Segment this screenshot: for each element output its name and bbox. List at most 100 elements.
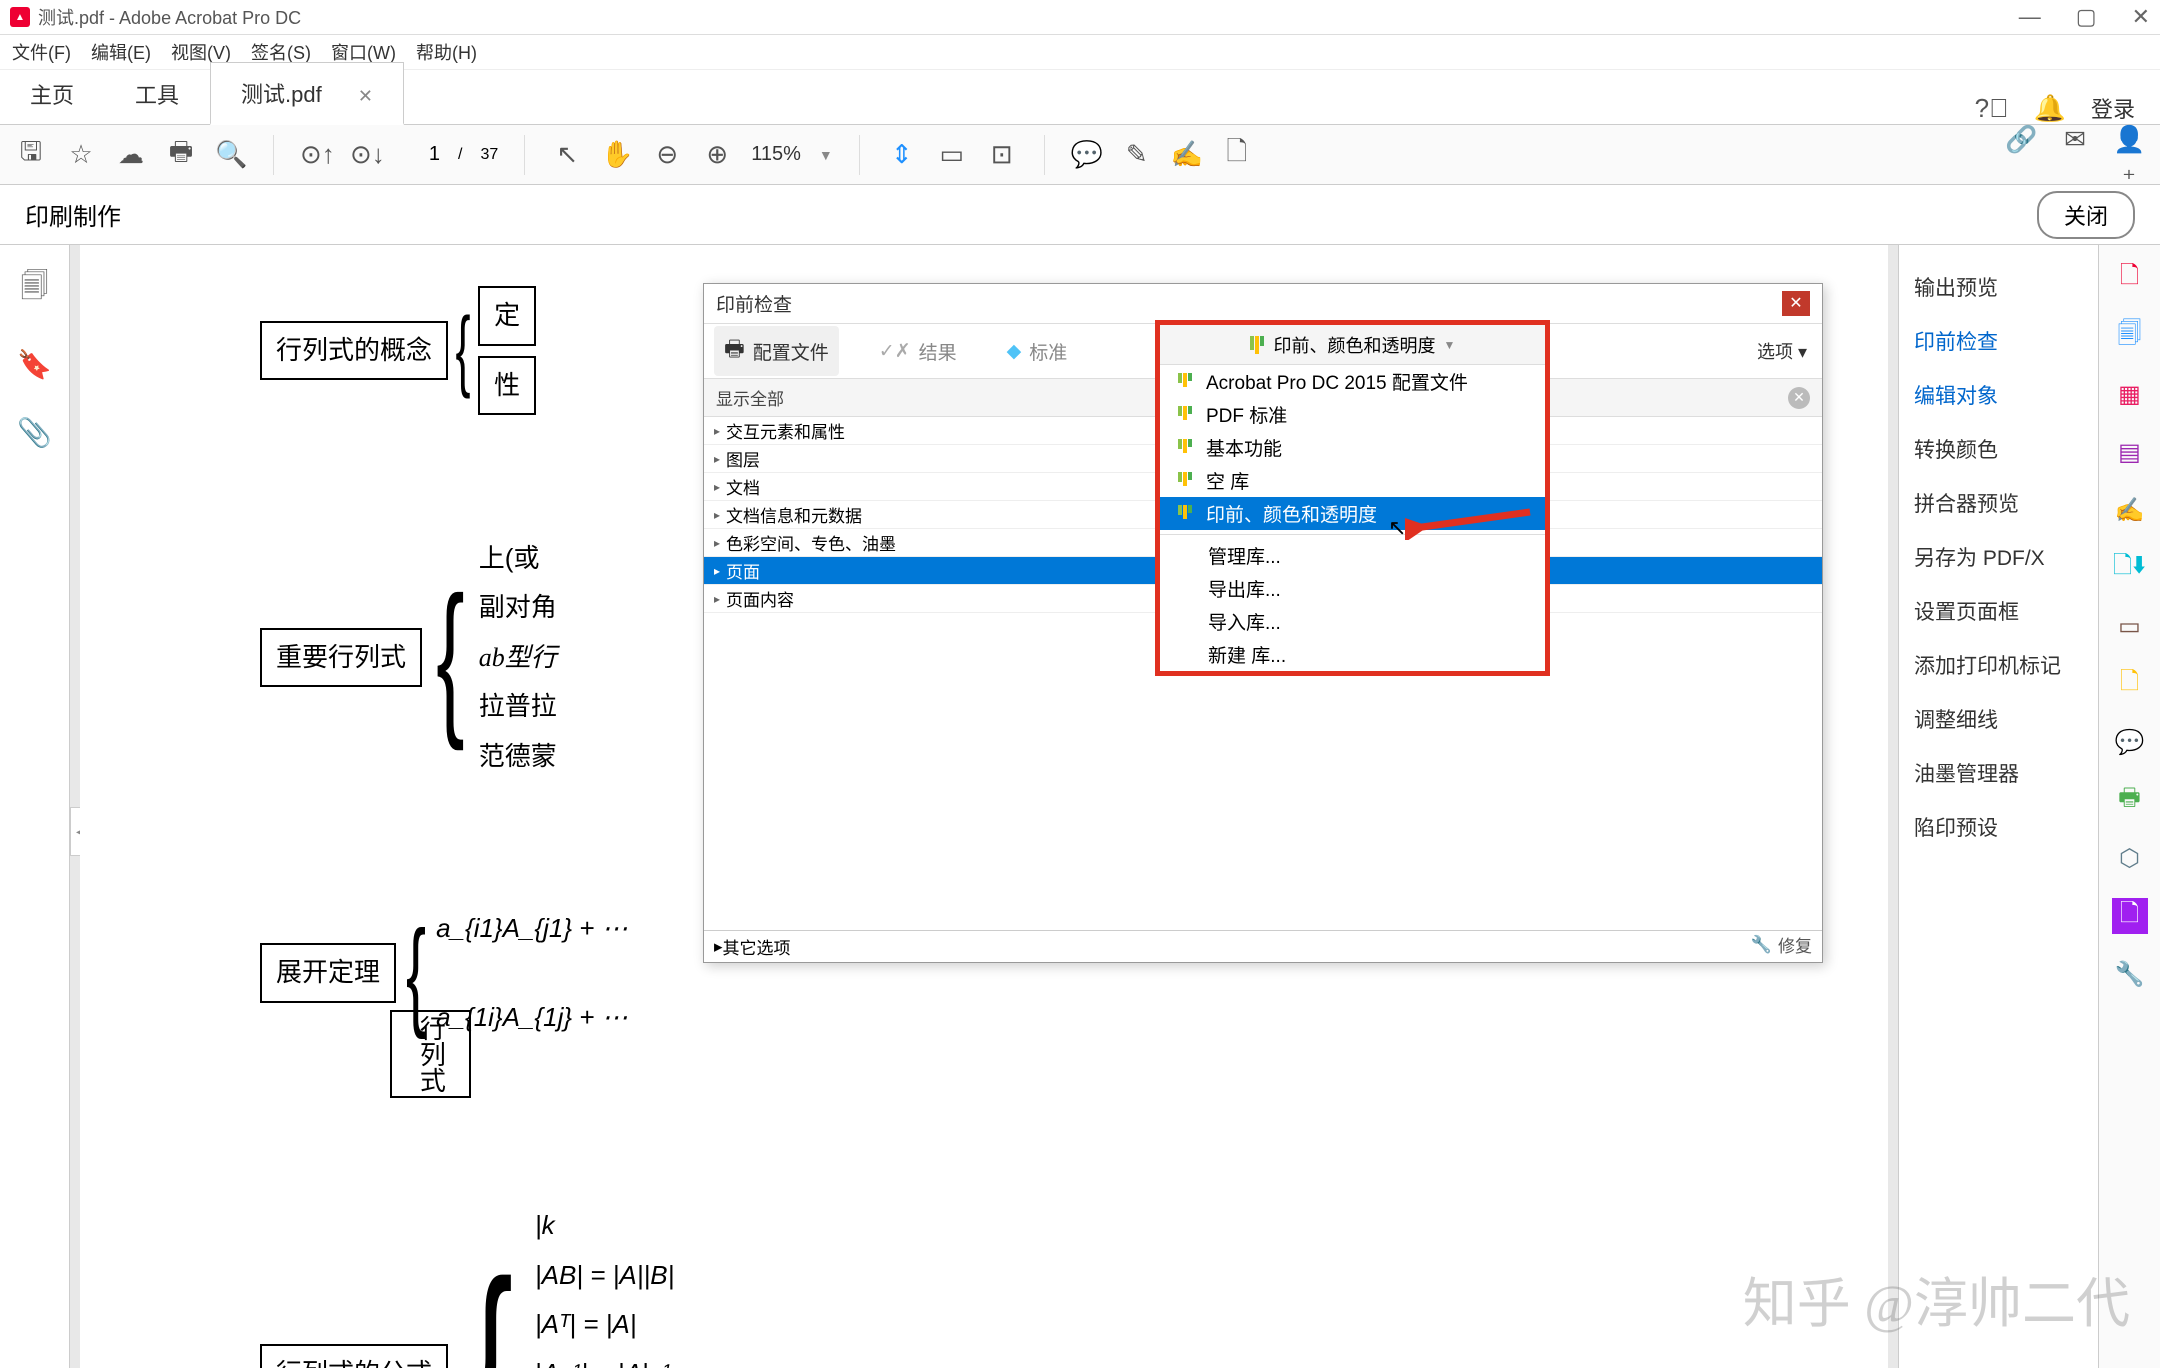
app-icon: ▲ (10, 7, 30, 27)
bookmark-icon[interactable]: 🔖 (17, 348, 52, 381)
stamp-icon[interactable]: 🗋 (1221, 133, 1253, 177)
right-panel-item[interactable]: 转换颜色 (1909, 422, 2088, 476)
library-dropdown: 印前、颜色和透明度 ▼ Acrobat Pro DC 2015 配置文件PDF … (1155, 320, 1550, 676)
right-tool-list: 输出预览印前检查编辑对象转换颜色拼合器预览另存为 PDF/X设置页面框添加打印机… (1898, 245, 2098, 1368)
attachment-icon[interactable]: 📎 (17, 416, 52, 449)
tool-protect-icon[interactable]: 🗋⬇ (2112, 550, 2148, 586)
right-panel-item[interactable]: 设置页面框 (1909, 584, 2088, 638)
right-panel-item[interactable]: 添加打印机标记 (1909, 638, 2088, 692)
dropdown-action-item[interactable]: 管理库... (1160, 539, 1545, 572)
tool-active-icon[interactable]: 🗋 (2112, 898, 2148, 934)
window-titlebar: ▲ 测试.pdf - Adobe Acrobat Pro DC — ▢ ✕ (0, 0, 2160, 35)
email-icon[interactable]: ✉ (2059, 124, 2091, 186)
tool-combine-icon[interactable]: ▭ (2112, 608, 2148, 644)
document-tabs: 主页 工具 测试.pdf ✕ ?⃝ 🔔 登录 (0, 70, 2160, 125)
dialog-close-button[interactable]: ✕ (1782, 291, 1810, 316)
maximize-button[interactable]: ▢ (2076, 4, 2097, 30)
page-separator: / (458, 146, 462, 164)
dropdown-action-item[interactable]: 新建 库... (1160, 638, 1545, 671)
tool-panel-header: 印刷制作 关闭 (0, 185, 2160, 245)
tab-home[interactable]: 主页 (0, 64, 105, 124)
search-icon[interactable]: 🔍 (215, 139, 247, 170)
right-panel-item[interactable]: 陷印预设 (1909, 800, 2088, 854)
right-panel-item[interactable]: 输出预览 (1909, 260, 2088, 314)
minimize-button[interactable]: — (2019, 4, 2041, 30)
clear-search-icon[interactable]: ✕ (1788, 387, 1810, 409)
tool-export-pdf-icon[interactable]: ▦ (2112, 376, 2148, 412)
dialog-tab-standards[interactable]: ◆标准 (997, 332, 1078, 371)
dropdown-lib-item[interactable]: 空 库 (1160, 464, 1545, 497)
panel-title: 印刷制作 (25, 197, 121, 232)
tab-document-active[interactable]: 测试.pdf ✕ (210, 62, 404, 125)
share-link-icon[interactable]: 🔗 (2005, 124, 2037, 186)
dialog-other-options[interactable]: ▸其它选项 (704, 930, 1822, 962)
window-title: 测试.pdf - Adobe Acrobat Pro DC (38, 4, 301, 30)
zoom-in-icon[interactable]: ⊕ (701, 139, 733, 170)
page-down-icon[interactable]: ⊙↓ (350, 139, 382, 170)
right-panel-item[interactable]: 调整细线 (1909, 692, 2088, 746)
dropdown-lib-item[interactable]: Acrobat Pro DC 2015 配置文件 (1160, 365, 1545, 398)
right-panel-item[interactable]: 编辑对象 (1909, 368, 2088, 422)
zoom-out-icon[interactable]: ⊖ (651, 139, 683, 170)
dialog-tab-results[interactable]: ✓✗结果 (869, 332, 967, 371)
fit-width-icon[interactable]: ⇕ (886, 139, 918, 170)
doc-vertical-label: 行列式 (390, 1010, 471, 1098)
tool-sign-icon[interactable]: ✍ (2112, 492, 2148, 528)
left-sidebar: 🗐 🔖 📎 (0, 245, 70, 1368)
dropdown-header[interactable]: 印前、颜色和透明度 ▼ (1160, 325, 1545, 365)
tool-more-icon[interactable]: 🔧 (2112, 956, 2148, 992)
dialog-repair-button[interactable]: 🔧 修复 (1751, 932, 1812, 957)
dropdown-lib-item[interactable]: 基本功能 (1160, 431, 1545, 464)
wrench-icon: 🔧 (1751, 935, 1772, 955)
login-button[interactable]: 登录 (2091, 92, 2135, 124)
cloud-upload-icon[interactable]: ☁ (115, 139, 147, 170)
dropdown-action-item[interactable]: 导入库... (1160, 605, 1545, 638)
print-icon[interactable]: 🖶 (165, 133, 197, 177)
main-toolbar: 🖫 ☆ ☁ 🖶 🔍 ⊙↑ ⊙↓ / 37 ↖ ✋ ⊖ ⊕ 115% ▼ ⇕ ▭ … (0, 125, 2160, 185)
menu-file[interactable]: 文件(F) (12, 39, 71, 65)
doc-box-formula: 行列式的公式 (260, 1344, 448, 1368)
tool-optimize-icon[interactable]: 🗋 (2112, 666, 2148, 702)
menu-help[interactable]: 帮助(H) (416, 39, 477, 65)
doc-box-important: 重要行列式 (260, 628, 422, 687)
tool-edit-pdf-icon[interactable]: 🗐 (2112, 318, 2148, 354)
help-icon[interactable]: ?⃝ (1975, 93, 2009, 124)
tool-comment-icon[interactable]: 💬 (2112, 724, 2148, 760)
mouse-cursor-icon: ↖ (1388, 515, 1406, 541)
page-number-input[interactable] (400, 143, 440, 166)
highlight-icon[interactable]: ✎ (1121, 139, 1153, 170)
star-icon[interactable]: ☆ (65, 139, 97, 170)
zoom-level[interactable]: 115% (751, 143, 801, 166)
comment-icon[interactable]: 💬 (1071, 139, 1103, 170)
page-up-icon[interactable]: ⊙↑ (300, 139, 332, 170)
tool-organize-icon[interactable]: ▤ (2112, 434, 2148, 470)
hand-tool-icon[interactable]: ✋ (601, 139, 633, 170)
tool-accessibility-icon[interactable]: ⬡ (2112, 840, 2148, 876)
fit-page-icon[interactable]: ▭ (936, 139, 968, 170)
right-panel-item[interactable]: 油墨管理器 (1909, 746, 2088, 800)
notification-icon[interactable]: 🔔 (2034, 93, 2066, 124)
zoom-dropdown-icon[interactable]: ▼ (819, 147, 833, 163)
menu-edit[interactable]: 编辑(E) (91, 39, 151, 65)
dropdown-lib-item[interactable]: PDF 标准 (1160, 398, 1545, 431)
close-tab-icon[interactable]: ✕ (358, 86, 373, 106)
dialog-titlebar[interactable]: 印前检查 ✕ (704, 284, 1822, 324)
close-window-button[interactable]: ✕ (2132, 4, 2150, 30)
dropdown-action-item[interactable]: 导出库... (1160, 572, 1545, 605)
right-panel-item[interactable]: 另存为 PDF/X (1909, 530, 2088, 584)
tool-create-pdf-icon[interactable]: 🗋 (2112, 260, 2148, 296)
selection-tool-icon[interactable]: ↖ (551, 139, 583, 170)
dialog-tab-profiles[interactable]: 🖶配置文件 (714, 326, 839, 376)
read-mode-icon[interactable]: ⊡ (986, 139, 1018, 170)
sign-icon[interactable]: ✍ (1171, 139, 1203, 170)
save-icon[interactable]: 🖫 (15, 133, 47, 177)
close-panel-button[interactable]: 关闭 (2037, 191, 2135, 239)
right-panel-item[interactable]: 拼合器预览 (1909, 476, 2088, 530)
dialog-options-dropdown[interactable]: 选项 ▾ (1757, 338, 1807, 364)
page-thumbnails-icon[interactable]: 🗐 (21, 265, 49, 313)
tool-print-production-icon[interactable]: 🖶 (2112, 782, 2148, 818)
doc-box-expand: 展开定理 (260, 943, 396, 1002)
right-panel-item[interactable]: 印前检查 (1909, 314, 2088, 368)
tab-tools[interactable]: 工具 (105, 64, 210, 124)
add-person-icon[interactable]: 👤₊ (2113, 124, 2145, 186)
